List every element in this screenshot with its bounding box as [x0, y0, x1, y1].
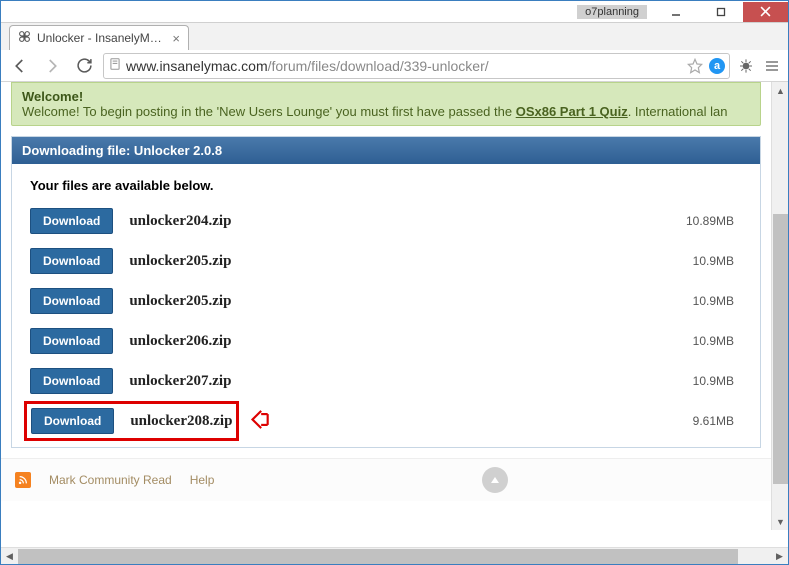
scrollbar-thumb[interactable] [773, 214, 788, 484]
tab-close-icon[interactable]: × [172, 31, 180, 46]
titlebar-tag: o7planning [577, 5, 647, 19]
tab-title: Unlocker - InsanelyMac Fo [37, 31, 166, 45]
bug-icon[interactable] [736, 56, 756, 76]
reload-button[interactable] [71, 53, 97, 79]
close-button[interactable] [743, 2, 788, 22]
panel-body: Your files are available below. Download… [12, 164, 760, 447]
file-size: 10.9MB [693, 254, 734, 268]
file-size: 10.89MB [686, 214, 734, 228]
download-button[interactable]: Download [30, 248, 113, 274]
page-viewport: Welcome! Welcome! To begin posting in th… [1, 82, 788, 547]
file-size: 10.9MB [693, 334, 734, 348]
file-name: unlocker206.zip [129, 333, 676, 350]
file-row: Download unlocker207.zip 10.9MB [30, 361, 742, 401]
highlight-arrow-icon [246, 407, 272, 436]
file-name: unlocker205.zip [129, 293, 676, 310]
minimize-button[interactable] [653, 2, 698, 22]
vertical-scrollbar[interactable]: ▲ ▼ [771, 82, 788, 530]
browser-toolbar: www.insanelymac.com/forum/files/download… [1, 50, 788, 82]
page-footer: Mark Community Read Help [1, 458, 771, 501]
scroll-right-arrow[interactable]: ▶ [771, 548, 788, 565]
forward-button[interactable] [39, 53, 65, 79]
welcome-heading: Welcome! [22, 89, 83, 104]
file-name: unlocker208.zip [130, 413, 232, 430]
download-button[interactable]: Download [30, 368, 113, 394]
extension-a-icon[interactable]: a [709, 58, 725, 74]
browser-window: o7planning Unlocker - InsanelyMac Fo × [0, 0, 789, 565]
file-name: unlocker205.zip [129, 253, 676, 270]
scroll-left-arrow[interactable]: ◀ [1, 548, 18, 565]
file-row: Download unlocker205.zip 10.9MB [30, 241, 742, 281]
menu-icon[interactable] [762, 56, 782, 76]
page-content[interactable]: Welcome! Welcome! To begin posting in th… [1, 82, 788, 547]
file-row: Download unlocker204.zip 10.89MB [30, 201, 742, 241]
address-bar[interactable]: www.insanelymac.com/forum/files/download… [103, 53, 730, 79]
panel-title: Downloading file: Unlocker 2.0.8 [12, 137, 760, 164]
mark-read-link[interactable]: Mark Community Read [49, 473, 172, 487]
rss-icon[interactable] [15, 472, 31, 488]
help-link[interactable]: Help [190, 473, 215, 487]
scrollbar-thumb[interactable] [18, 549, 738, 564]
star-icon[interactable] [685, 56, 705, 76]
scroll-down-arrow[interactable]: ▼ [772, 513, 788, 530]
file-size: 10.9MB [693, 374, 734, 388]
horizontal-scrollbar[interactable]: ◀ ▶ [1, 547, 788, 564]
command-icon [18, 30, 31, 46]
file-row: Download unlocker205.zip 10.9MB [30, 281, 742, 321]
page-icon [108, 57, 122, 74]
file-row: Download unlocker206.zip 10.9MB [30, 321, 742, 361]
file-name: unlocker207.zip [129, 373, 676, 390]
maximize-button[interactable] [698, 2, 743, 22]
download-button[interactable]: Download [30, 328, 113, 354]
welcome-banner: Welcome! Welcome! To begin posting in th… [11, 82, 761, 126]
back-button[interactable] [7, 53, 33, 79]
file-name: unlocker204.zip [129, 213, 670, 230]
window-titlebar: o7planning [1, 1, 788, 23]
quiz-link[interactable]: OSx86 Part 1 Quiz [516, 104, 628, 119]
scroll-top-button[interactable] [482, 467, 508, 493]
download-button[interactable]: Download [30, 208, 113, 234]
browser-tab[interactable]: Unlocker - InsanelyMac Fo × [9, 25, 189, 50]
file-size: 10.9MB [693, 294, 734, 308]
file-row-highlighted: Download unlocker208.zip [24, 401, 239, 441]
url-text[interactable]: www.insanelymac.com/forum/files/download… [126, 58, 681, 74]
download-button[interactable]: Download [30, 288, 113, 314]
file-size: 9.61MB [693, 414, 734, 428]
tab-strip: Unlocker - InsanelyMac Fo × [1, 23, 788, 50]
download-panel: Downloading file: Unlocker 2.0.8 Your fi… [11, 136, 761, 448]
download-button[interactable]: Download [31, 408, 114, 434]
scroll-up-arrow[interactable]: ▲ [772, 82, 788, 99]
available-label: Your files are available below. [30, 178, 742, 193]
